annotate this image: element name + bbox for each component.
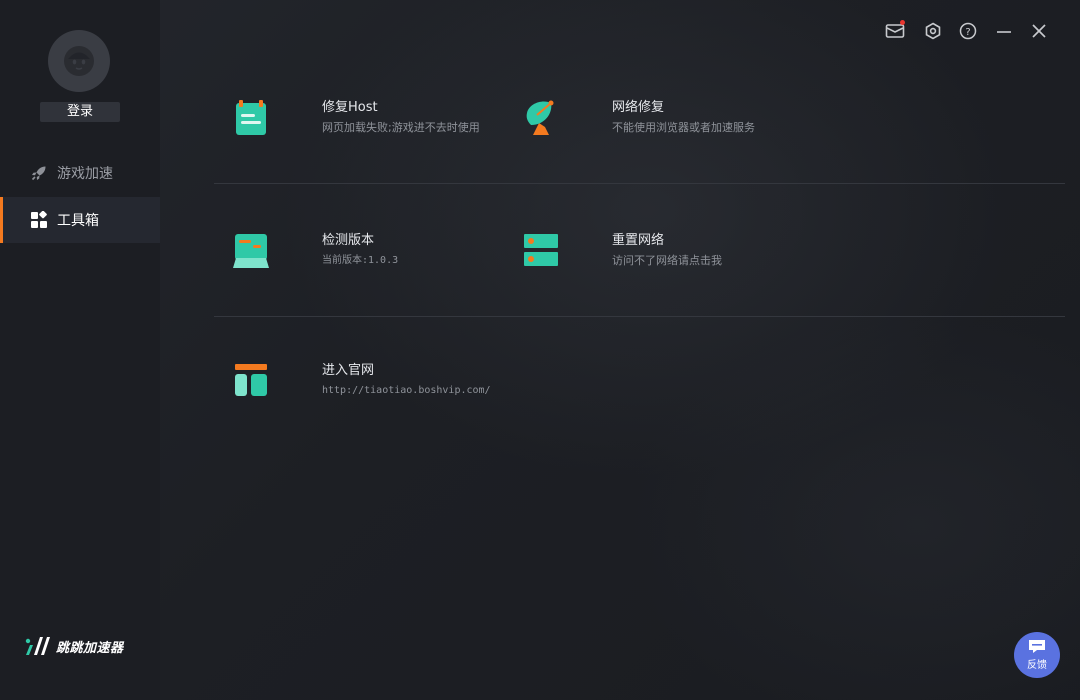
tool-reset-network[interactable]: 重置网络 访问不了网络请点击我 — [523, 232, 722, 269]
notepad-icon — [233, 99, 269, 135]
svg-text:?: ? — [965, 27, 970, 38]
tool-network-repair[interactable]: 网络修复 不能使用浏览器或者加速服务 — [523, 99, 755, 136]
tool-description: 访问不了网络请点击我 — [612, 254, 722, 267]
tool-title: 网络修复 — [612, 100, 665, 115]
sidebar-item-label: 游戏加速 — [57, 166, 113, 182]
help-button[interactable]: ? — [957, 20, 979, 42]
avatar[interactable] — [48, 30, 110, 92]
brand-mark-icon — [25, 637, 50, 655]
minimize-button[interactable] — [993, 20, 1015, 42]
tool-check-version[interactable]: 检测版本 当前版本:1.0.3 — [233, 232, 398, 269]
login-button[interactable]: 登录 — [40, 102, 120, 122]
sidebar-item-game-boost[interactable]: 游戏加速 — [0, 150, 160, 196]
sidebar-item-toolbox[interactable]: 工具箱 — [0, 197, 160, 243]
website-link[interactable]: http://tiaotiao.boshvip.com/ — [322, 383, 491, 399]
server-icon — [523, 232, 559, 268]
laptop-icon — [233, 232, 269, 268]
rocket-icon — [30, 164, 48, 182]
mail-button[interactable] — [884, 20, 906, 42]
satellite-dish-icon — [523, 99, 559, 135]
tool-description: 不能使用浏览器或者加速服务 — [612, 121, 755, 134]
feedback-button[interactable]: 反馈 — [1014, 632, 1060, 678]
close-icon — [1032, 24, 1046, 38]
sidebar-item-label: 工具箱 — [57, 213, 99, 229]
divider — [214, 183, 1065, 184]
tool-title: 检测版本 — [322, 233, 375, 248]
settings-button[interactable] — [922, 20, 944, 42]
tool-description: 当前版本:1.0.3 — [322, 255, 399, 266]
help-icon: ? — [959, 22, 977, 40]
tool-description: 网页加载失败;游戏进不去时使用 — [322, 121, 480, 134]
minimize-icon — [997, 31, 1011, 33]
divider — [214, 316, 1065, 317]
chat-bubble-icon — [1029, 640, 1045, 653]
grid-icon — [30, 211, 48, 229]
close-button[interactable] — [1028, 20, 1050, 42]
app-window: 登录 游戏加速 工具箱 跳跳加速器 ? 修复Host 网页加载失败;游戏进不去时… — [0, 0, 1080, 700]
sidebar: 登录 游戏加速 工具箱 跳跳加速器 — [0, 0, 160, 700]
feedback-label: 反馈 — [1027, 660, 1047, 671]
tool-title: 进入官网 — [322, 363, 375, 378]
tool-official-website[interactable]: 进入官网 http://tiaotiao.boshvip.com/ — [233, 362, 491, 399]
mail-icon — [885, 24, 905, 38]
tool-title: 修复Host — [322, 100, 378, 115]
user-face-icon — [64, 46, 94, 76]
notification-dot — [900, 20, 905, 25]
website-layout-icon — [233, 362, 269, 398]
brand-logo: 跳跳加速器 — [24, 634, 124, 658]
tool-title: 重置网络 — [612, 233, 665, 248]
brand-name: 跳跳加速器 — [56, 640, 124, 656]
gear-icon — [925, 22, 941, 40]
tool-repair-host[interactable]: 修复Host 网页加载失败;游戏进不去时使用 — [233, 99, 480, 136]
